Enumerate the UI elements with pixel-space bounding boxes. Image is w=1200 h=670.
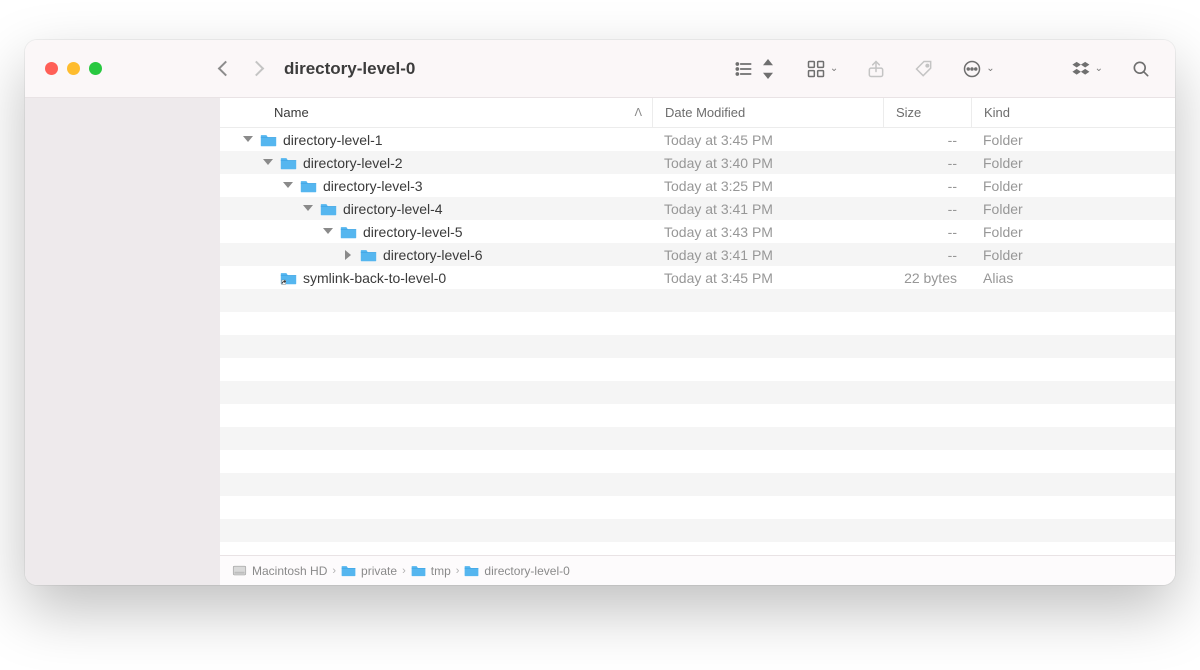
file-name: directory-level-4 — [343, 201, 443, 217]
window-title: directory-level-0 — [284, 59, 415, 79]
minimize-window-button[interactable] — [67, 62, 80, 75]
back-button[interactable] — [218, 61, 234, 77]
share-button[interactable] — [866, 59, 886, 79]
file-name: directory-level-2 — [303, 155, 403, 171]
file-date: Today at 3:40 PM — [652, 155, 883, 171]
column-header-date[interactable]: Date Modified — [652, 98, 883, 127]
file-date: Today at 3:43 PM — [652, 224, 883, 240]
finder-window: directory-level-0 ⌄ — [25, 40, 1175, 585]
disk-icon — [232, 564, 247, 577]
folder-icon — [411, 564, 426, 577]
chevron-right-icon: › — [402, 565, 406, 577]
file-date: Today at 3:41 PM — [652, 247, 883, 263]
file-row[interactable]: directory-level-3 Today at 3:25 PM--Folde… — [220, 174, 1175, 197]
folder-icon — [320, 202, 337, 216]
folder-icon — [464, 564, 479, 577]
file-date: Today at 3:45 PM — [652, 132, 883, 148]
file-size: -- — [883, 224, 971, 240]
chevron-right-icon: › — [332, 565, 336, 577]
column-headers: Name ᐱ Date Modified Size Kind — [220, 98, 1175, 128]
folder-icon — [341, 564, 356, 577]
file-date: Today at 3:45 PM — [652, 270, 883, 286]
file-size: -- — [883, 247, 971, 263]
file-kind: Folder — [971, 132, 1175, 148]
sidebar — [25, 98, 220, 585]
file-date: Today at 3:41 PM — [652, 201, 883, 217]
folder-icon — [260, 133, 277, 147]
file-name: directory-level-3 — [323, 178, 423, 194]
search-button[interactable] — [1131, 59, 1151, 79]
folder-icon — [280, 156, 297, 170]
nav-arrows — [220, 63, 262, 74]
path-segment[interactable]: Macintosh HD — [252, 564, 327, 578]
column-header-name[interactable]: Name ᐱ — [220, 105, 652, 120]
titlebar: directory-level-0 ⌄ — [25, 40, 1175, 98]
file-row[interactable]: symlink-back-to-level-0 Today at 3:45 PM2… — [220, 266, 1175, 289]
file-size: -- — [883, 155, 971, 171]
disclosure-triangle[interactable] — [262, 158, 272, 168]
path-segment[interactable]: tmp — [431, 564, 451, 578]
file-name: symlink-back-to-level-0 — [303, 270, 446, 286]
file-row[interactable]: directory-level-4 Today at 3:41 PM--Folde… — [220, 197, 1175, 220]
file-kind: Alias — [971, 270, 1175, 286]
file-kind: Folder — [971, 155, 1175, 171]
disclosure-triangle[interactable] — [282, 181, 292, 191]
file-row[interactable]: directory-level-1 Today at 3:45 PM--Folde… — [220, 128, 1175, 151]
path-segment[interactable]: directory-level-0 — [484, 564, 569, 578]
action-menu-button[interactable]: ⌄ — [962, 59, 994, 79]
path-segment[interactable]: private — [361, 564, 397, 578]
column-header-size[interactable]: Size — [883, 98, 971, 127]
forward-button[interactable] — [249, 61, 265, 77]
disclosure-triangle[interactable] — [242, 135, 252, 145]
file-size: -- — [883, 132, 971, 148]
file-name: directory-level-1 — [283, 132, 383, 148]
file-kind: Folder — [971, 178, 1175, 194]
file-date: Today at 3:25 PM — [652, 178, 883, 194]
sort-indicator-icon: ᐱ — [634, 106, 642, 119]
file-kind: Folder — [971, 224, 1175, 240]
disclosure-triangle[interactable] — [322, 227, 332, 237]
column-header-kind[interactable]: Kind — [971, 98, 1175, 127]
file-list-pane: Name ᐱ Date Modified Size Kind directory… — [220, 98, 1175, 585]
file-row[interactable]: directory-level-6 Today at 3:41 PM--Folde… — [220, 243, 1175, 266]
file-kind: Folder — [971, 247, 1175, 263]
file-name: directory-level-6 — [383, 247, 483, 263]
file-name: directory-level-5 — [363, 224, 463, 240]
file-kind: Folder — [971, 201, 1175, 217]
file-size: 22 bytes — [883, 270, 971, 286]
disclosure-triangle[interactable] — [302, 204, 312, 214]
alias-icon — [280, 271, 297, 285]
folder-icon — [360, 248, 377, 262]
view-list-button[interactable] — [734, 59, 778, 79]
zoom-window-button[interactable] — [89, 62, 102, 75]
window-controls — [25, 62, 220, 75]
folder-icon — [340, 225, 357, 239]
file-size: -- — [883, 178, 971, 194]
folder-icon — [300, 179, 317, 193]
group-by-button[interactable]: ⌄ — [806, 59, 838, 79]
path-bar: Macintosh HD › private › tmp › directory-level… — [220, 555, 1175, 585]
disclosure-triangle[interactable] — [342, 250, 352, 260]
close-window-button[interactable] — [45, 62, 58, 75]
file-rows: directory-level-1Today at 3:45 PM--Folde… — [220, 128, 1175, 555]
file-row[interactable]: directory-level-5 Today at 3:43 PM--Folde… — [220, 220, 1175, 243]
chevron-right-icon: › — [456, 565, 460, 577]
toolbar-icons: ⌄ ⌄ — [734, 59, 1175, 79]
tags-button[interactable] — [914, 59, 934, 79]
file-size: -- — [883, 201, 971, 217]
file-row[interactable]: directory-level-2 Today at 3:40 PM--Folde… — [220, 151, 1175, 174]
dropbox-button[interactable]: ⌄ — [1071, 59, 1103, 79]
